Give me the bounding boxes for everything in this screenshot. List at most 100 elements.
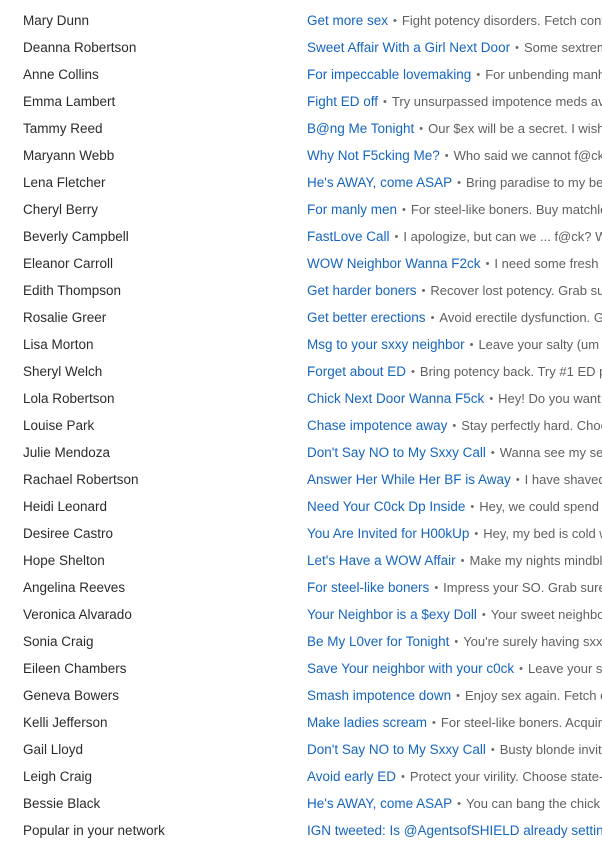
message-subject[interactable]: Save Your neighbor with your c0ck (307, 661, 514, 676)
message-subject[interactable]: B@ng Me Tonight (307, 121, 414, 136)
message-preview: For steel-like boners. Buy matchless (411, 202, 602, 217)
separator-dot: • (456, 555, 470, 567)
message-subject[interactable]: For impeccable lovemaking (307, 67, 471, 82)
message-subject[interactable]: Smash impotence down (307, 688, 451, 703)
message-preview: Recover lost potency. Grab suref (430, 283, 602, 298)
message-row[interactable]: Angelina ReevesFor steel-like boners•Imp… (0, 574, 602, 601)
separator-dot: • (378, 96, 392, 108)
message-row[interactable]: Deanna Robertson Sweet Affair With a Girl… (0, 34, 602, 61)
message-row[interactable]: Bessie BlackHe's AWAY, come ASAP•You can… (0, 790, 602, 817)
message-subject[interactable]: Sweet Affair With a Girl Next Door (307, 40, 510, 55)
message-subject[interactable]: Fight ED off (307, 94, 378, 109)
message-row[interactable]: Julie MendozaDon't Say NO to My Sxxy Cal… (0, 439, 602, 466)
message-row[interactable]: Veronica AlvaradoYour Neighbor is a $exy… (0, 601, 602, 628)
message-subject[interactable]: Get better erections (307, 310, 426, 325)
message-row[interactable]: Emma LambertFight ED off•Try unsurpassed… (0, 88, 602, 115)
message-row[interactable]: Tammy ReedB@ng Me Tonight•Our $ex will b… (0, 115, 602, 142)
message-summary: Answer Her While Her BF is Away•I have s… (307, 466, 602, 493)
message-row[interactable]: Popular in your networkIGN tweeted: Is @… (0, 817, 602, 844)
message-summary: Msg to your sxxy neighbor•Leave your sal… (307, 331, 602, 358)
message-row[interactable]: Rosalie GreerGet better erections•Avoid … (0, 304, 602, 331)
message-row[interactable]: Kelli JeffersonMake ladies scream•For st… (0, 709, 602, 736)
message-summary: Get harder boners•Recover lost potency. … (307, 277, 602, 304)
message-row[interactable]: Geneva BowersSmash impotence down•Enjoy … (0, 682, 602, 709)
message-sender: Kelli Jefferson (23, 709, 108, 736)
message-subject[interactable]: He's AWAY, come ASAP (307, 796, 452, 811)
message-sender: Hope Shelton (23, 547, 105, 574)
message-row[interactable]: Cheryl BerryFor manly men•For steel-like… (0, 196, 602, 223)
message-summary: For manly men•For steel-like boners. Buy… (307, 196, 602, 223)
message-subject[interactable]: Msg to your sxxy neighbor (307, 337, 465, 352)
message-sender: Mary Dunn (23, 7, 89, 34)
message-subject[interactable]: Forget about ED (307, 364, 406, 379)
message-summary: Avoid early ED•Protect your virility. Ch… (307, 763, 602, 790)
message-subject[interactable]: WOW Neighbor Wanna F2ck (307, 256, 481, 271)
message-subject[interactable]: Get harder boners (307, 283, 417, 298)
message-row[interactable]: Anne CollinsFor impeccable lovemaking•Fo… (0, 61, 602, 88)
message-sender: Deanna Robertson (23, 34, 136, 61)
message-row[interactable]: Lola RobertsonChick Next Door Wanna F5ck… (0, 385, 602, 412)
message-preview: Hey! Do you want to (498, 391, 602, 406)
message-row[interactable]: Leigh CraigAvoid early ED•Protect your v… (0, 763, 602, 790)
message-row[interactable]: Louise Park Chase impotence away•Stay per… (0, 412, 602, 439)
message-preview: Our $ex will be a secret. I wish to (428, 121, 602, 136)
message-subject[interactable]: FastLove Call (307, 229, 390, 244)
message-sender: Louise Park (23, 412, 94, 439)
message-subject[interactable]: IGN tweeted: Is @AgentsofSHIELD already … (307, 823, 602, 838)
message-subject[interactable]: Don't Say NO to My Sxxy Call (307, 445, 486, 460)
message-row[interactable]: Maryann WebbWhy Not F5cking Me?•Who said… (0, 142, 602, 169)
message-summary: Smash impotence down•Enjoy sex again. Fe… (307, 682, 602, 709)
message-preview: Impress your SO. Grab surefire (443, 580, 602, 595)
message-preview: Hey, we could spend this (479, 499, 602, 514)
message-subject[interactable]: For steel-like boners (307, 580, 429, 595)
message-row[interactable]: Edith ThompsonGet harder boners•Recover … (0, 277, 602, 304)
message-row[interactable]: Sheryl WelchForget about ED•Bring potenc… (0, 358, 602, 385)
message-summary: Chick Next Door Wanna F5ck•Hey! Do you w… (307, 385, 602, 412)
message-row[interactable]: Heidi LeonardNeed Your C0ck Dp Inside•He… (0, 493, 602, 520)
message-summary: Need Your C0ck Dp Inside•Hey, we could s… (307, 493, 602, 520)
message-subject[interactable]: Chase impotence away (307, 418, 447, 433)
message-subject[interactable]: Why Not F5cking Me? (307, 148, 440, 163)
message-row[interactable]: Rachael RobertsonAnswer Her While Her BF… (0, 466, 602, 493)
message-subject[interactable]: Answer Her While Her BF is Away (307, 472, 511, 487)
message-subject[interactable]: You Are Invited for H00kUp (307, 526, 469, 541)
message-preview: Leave your salty (um or (478, 337, 602, 352)
message-row[interactable]: Lisa MortonMsg to your sxxy neighbor•Lea… (0, 331, 602, 358)
message-subject[interactable]: Make ladies scream (307, 715, 427, 730)
message-summary: Be My L0ver for Tonight•You're surely ha… (307, 628, 602, 655)
message-row[interactable]: Lena Fletcher He's AWAY, come ASAP•Bring … (0, 169, 602, 196)
message-preview: Fight potency disorders. Fetch contem (402, 13, 602, 28)
message-row[interactable]: Eileen ChambersSave Your neighbor with y… (0, 655, 602, 682)
message-preview: Bring paradise to my bedro (466, 175, 602, 190)
message-subject[interactable]: Chick Next Door Wanna F5ck (307, 391, 484, 406)
separator-dot: • (452, 177, 466, 189)
message-row[interactable]: Sonia CraigBe My L0ver for Tonight•You'r… (0, 628, 602, 655)
message-subject[interactable]: Your Neighbor is a $exy Doll (307, 607, 477, 622)
message-subject[interactable]: Be My L0ver for Tonight (307, 634, 449, 649)
message-summary: Forget about ED•Bring potency back. Try … (307, 358, 602, 385)
message-row[interactable]: Eleanor CarrollWOW Neighbor Wanna F2ck•I… (0, 250, 602, 277)
message-row[interactable]: Desiree Castro You Are Invited for H00kUp… (0, 520, 602, 547)
separator-dot: • (471, 69, 485, 81)
separator-dot: • (396, 771, 410, 783)
message-summary: FastLove Call•I apologize, but can we ..… (307, 223, 602, 250)
message-summary: Fight ED off•Try unsurpassed impotence m… (307, 88, 602, 115)
message-subject[interactable]: He's AWAY, come ASAP (307, 175, 452, 190)
message-preview: You're surely having sxx ton (463, 634, 602, 649)
message-subject[interactable]: Don't Say NO to My Sxxy Call (307, 742, 486, 757)
message-row[interactable]: Beverly CampbellFastLove Call•I apologiz… (0, 223, 602, 250)
message-summary: Chase impotence away•Stay perfectly hard… (307, 412, 602, 439)
message-subject[interactable]: Let's Have a WOW Affair (307, 553, 456, 568)
separator-dot: • (451, 690, 465, 702)
message-row[interactable]: Hope SheltonLet's Have a WOW Affair•Make… (0, 547, 602, 574)
message-row[interactable]: Gail LloydDon't Say NO to My Sxxy Call•B… (0, 736, 602, 763)
message-subject[interactable]: Need Your C0ck Dp Inside (307, 499, 465, 514)
message-row[interactable]: Mary DunnGet more sex•Fight potency diso… (0, 7, 602, 34)
message-subject[interactable]: For manly men (307, 202, 397, 217)
message-subject[interactable]: Avoid early ED (307, 769, 396, 784)
message-summary: Why Not F5cking Me?•Who said we cannot f… (307, 142, 602, 169)
message-sender: Lena Fletcher (23, 169, 106, 196)
message-sender: Desiree Castro (23, 520, 113, 547)
separator-dot: • (465, 339, 479, 351)
message-subject[interactable]: Get more sex (307, 13, 388, 28)
